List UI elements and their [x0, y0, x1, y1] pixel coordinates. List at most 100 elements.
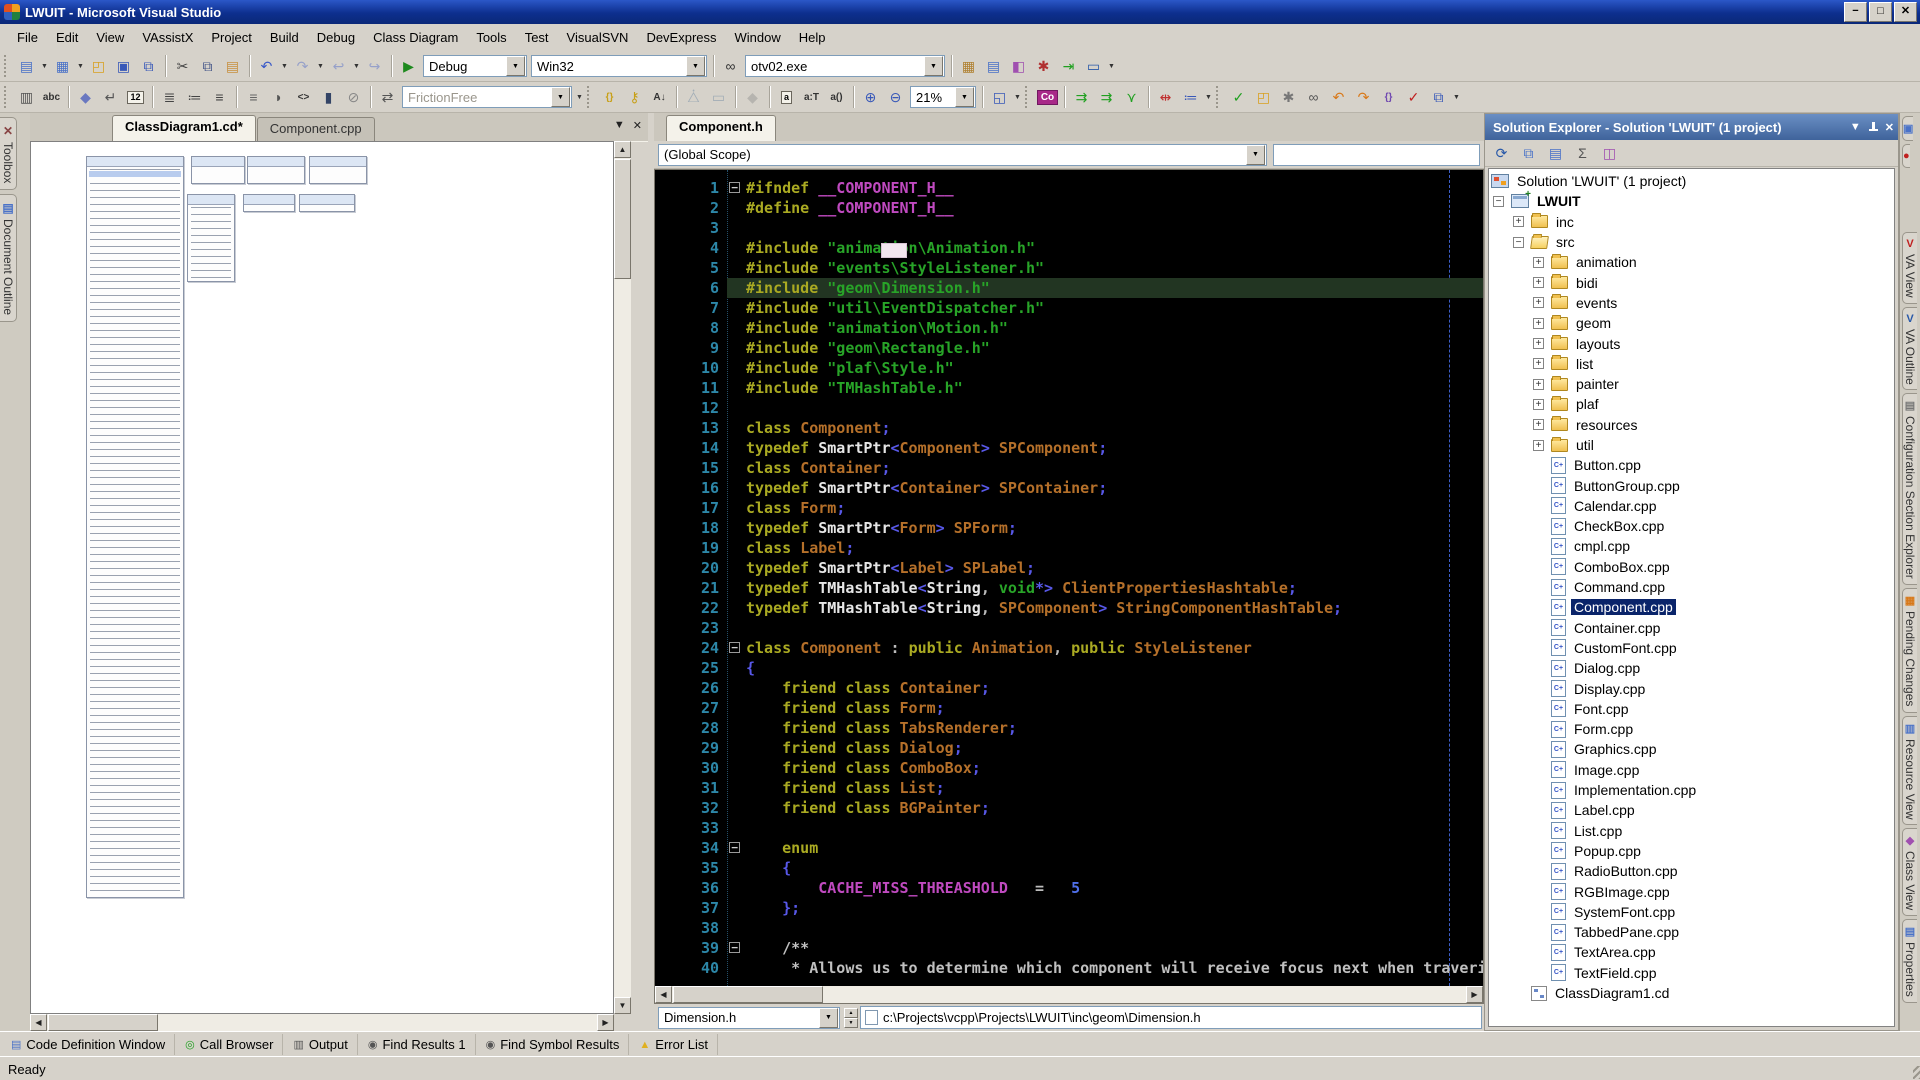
tree-item-command-cpp[interactable]: C+Command.cpp: [1489, 577, 1894, 597]
scroll-right-button[interactable]: ▶: [597, 1014, 614, 1031]
navigate-back-dropdown[interactable]: ▼: [351, 55, 362, 77]
tree-item-label-cpp[interactable]: C+Label.cpp: [1489, 800, 1894, 820]
tree-item-plaf[interactable]: +plaf: [1489, 394, 1894, 414]
toolbar-grip[interactable]: [587, 86, 593, 108]
clean-button[interactable]: ⊘: [342, 86, 365, 108]
tree-item-font-cpp[interactable]: C+Font.cpp: [1489, 699, 1894, 719]
solution-explorer-button[interactable]: ▦: [957, 55, 980, 77]
tree-item-classdiagram1-cd[interactable]: ClassDiagram1.cd: [1489, 983, 1894, 1003]
align-toolbar-overflow[interactable]: ▼: [1203, 86, 1214, 108]
tree-item-calendar-cpp[interactable]: C+Calendar.cpp: [1489, 496, 1894, 516]
scroll-down-button[interactable]: ▼: [614, 997, 631, 1014]
va-key-button[interactable]: ⚷: [623, 86, 646, 108]
maximize-button[interactable]: □: [1869, 2, 1892, 22]
tree-item-textarea-cpp[interactable]: C+TextArea.cpp: [1489, 942, 1894, 962]
friction-combo[interactable]: FrictionFree▼: [402, 86, 572, 108]
parameter-info-button[interactable]: ≔: [183, 86, 206, 108]
svn-redo-button[interactable]: ↷: [1352, 86, 1375, 108]
standard-toolbar-overflow[interactable]: ▼: [1106, 55, 1117, 77]
editor-hscrollbar[interactable]: ◀ ▶: [655, 986, 1483, 1003]
close-document-button[interactable]: ✕: [633, 119, 642, 132]
command-window-button[interactable]: ▭: [1082, 55, 1105, 77]
svn-copy-button[interactable]: ⧉: [1427, 86, 1450, 108]
menu-vassistx[interactable]: VAssistX: [133, 26, 202, 49]
whitespace-button[interactable]: ◆: [74, 86, 97, 108]
minimize-button[interactable]: −: [1844, 2, 1867, 22]
code-definition-window-tab[interactable]: ▤Code Definition Window: [2, 1034, 175, 1055]
align-button[interactable]: ⇹: [1154, 86, 1177, 108]
menu-visualsvn[interactable]: VisualSVN: [558, 26, 638, 49]
expand-icon[interactable]: +: [1513, 216, 1524, 227]
find-symbol-results-tab[interactable]: ◉Find Symbol Results: [477, 1034, 630, 1055]
svn-update-button[interactable]: ✓: [1227, 86, 1250, 108]
clipboard-ring-button[interactable]: ▮: [317, 86, 340, 108]
font-type-button[interactable]: a:T: [800, 86, 823, 108]
tree-item-rgbimage-cpp[interactable]: C+RGBImage.cpp: [1489, 881, 1894, 901]
expand-icon[interactable]: +: [1533, 358, 1544, 369]
expand-icon[interactable]: +: [1533, 297, 1544, 308]
diagram-class-box[interactable]: [86, 156, 184, 898]
expand-icon[interactable]: +: [1533, 419, 1544, 430]
diamond-button[interactable]: ◆: [741, 86, 764, 108]
svn-repo-browser-button[interactable]: ✱: [1277, 86, 1300, 108]
expand-icon[interactable]: +: [1533, 257, 1544, 268]
menu-project[interactable]: Project: [202, 26, 260, 49]
scroll-thumb[interactable]: [48, 1014, 158, 1031]
find-in-files-button[interactable]: ∞: [719, 55, 742, 77]
tree-item-popup-cpp[interactable]: C+Popup.cpp: [1489, 841, 1894, 861]
add-item-button[interactable]: ▦: [51, 55, 74, 77]
tree-item-graphics-cpp[interactable]: C+Graphics.cpp: [1489, 739, 1894, 759]
expand-icon[interactable]: +: [1533, 399, 1544, 410]
svn-find-button[interactable]: ∞: [1302, 86, 1325, 108]
start-debug-button[interactable]: ▶: [397, 55, 420, 77]
chevron-down-icon[interactable]: ▼: [1246, 145, 1265, 165]
outline-list-button[interactable]: ≔: [1179, 86, 1202, 108]
menu-test[interactable]: Test: [516, 26, 558, 49]
diagram-class-box[interactable]: [309, 156, 367, 184]
font-a-button[interactable]: a: [775, 86, 798, 108]
object-browser-button[interactable]: ◧: [1007, 55, 1030, 77]
se-properties-button[interactable]: ▤: [1544, 142, 1567, 164]
chevron-down-icon[interactable]: ▼: [686, 56, 705, 76]
tree-item-form-cpp[interactable]: C+Form.cpp: [1489, 719, 1894, 739]
se-copy-web-button[interactable]: ⧉: [1517, 142, 1540, 164]
menu-debug[interactable]: Debug: [308, 26, 364, 49]
tree-item-util[interactable]: +util: [1489, 435, 1894, 455]
scroll-thumb[interactable]: [673, 986, 823, 1003]
error-list-tab[interactable]: ▲Error List: [630, 1034, 718, 1055]
friction-overflow[interactable]: ▼: [574, 86, 585, 108]
tree-item-painter[interactable]: +painter: [1489, 374, 1894, 394]
navigate-back-button[interactable]: ↩: [327, 55, 350, 77]
fold-margin[interactable]: −: [727, 638, 746, 658]
menu-edit[interactable]: Edit: [47, 26, 87, 49]
org-chart-button[interactable]: ⧊: [682, 86, 705, 108]
tree-item-lwuit[interactable]: −LWUIT: [1489, 191, 1894, 211]
tree-item-checkbox-cpp[interactable]: C+CheckBox.cpp: [1489, 516, 1894, 536]
header-file-combo[interactable]: Dimension.h▼: [658, 1007, 840, 1029]
tree-item-list[interactable]: +list: [1489, 354, 1894, 374]
tree-item-animation[interactable]: +animation: [1489, 252, 1894, 272]
diagram-class-box[interactable]: [191, 156, 245, 184]
tree-item-display-cpp[interactable]: C+Display.cpp: [1489, 678, 1894, 698]
toolbox-button[interactable]: ✱: [1032, 55, 1055, 77]
copy-button[interactable]: ⧉: [196, 55, 219, 77]
va-refactor-button[interactable]: {}: [598, 86, 621, 108]
tree-item-inc[interactable]: +inc: [1489, 212, 1894, 232]
collapse-icon[interactable]: −: [1513, 237, 1524, 248]
expand-icon[interactable]: +: [1533, 379, 1544, 390]
tree-item-implementation-cpp[interactable]: C+Implementation.cpp: [1489, 780, 1894, 800]
pending-changes-tab[interactable]: ▦Pending Changes: [1902, 588, 1917, 712]
solution-config-combo[interactable]: Debug▼: [423, 55, 527, 77]
menu-window[interactable]: Window: [726, 26, 790, 49]
diagram-vscrollbar[interactable]: ▲ ▼: [614, 141, 631, 1014]
redo-dropdown[interactable]: ▼: [315, 55, 326, 77]
code-coverage-button[interactable]: Co: [1036, 86, 1059, 108]
diagram-class-box[interactable]: [187, 194, 235, 282]
se-refresh-button[interactable]: ⟳: [1490, 142, 1513, 164]
svn-folder-button[interactable]: ◰: [1252, 86, 1275, 108]
menu-devexpress[interactable]: DevExpress: [637, 26, 725, 49]
start-page-button[interactable]: ⇥: [1057, 55, 1080, 77]
scroll-right-button[interactable]: ▶: [1466, 986, 1483, 1003]
zoom-out-button[interactable]: ⊖: [884, 86, 907, 108]
se-view-diagram-button[interactable]: ◫: [1598, 142, 1621, 164]
